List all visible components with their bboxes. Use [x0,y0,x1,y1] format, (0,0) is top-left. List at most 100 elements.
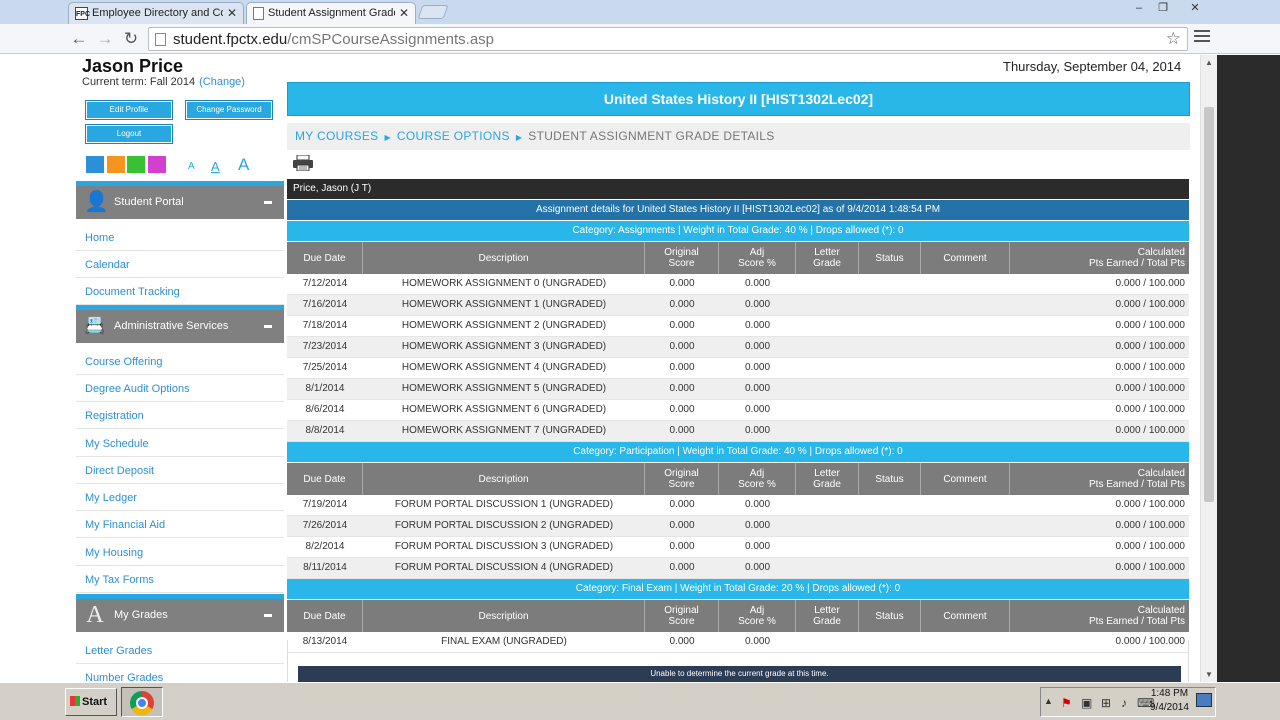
address-bar[interactable]: student.fpctx.edu/cmSPCourseAssignments.… [148,27,1188,51]
header-label: Description [478,253,528,264]
header-label-line: Grade [813,479,841,490]
collapse-icon[interactable] [264,614,272,617]
chrome-menu-icon[interactable] [1194,30,1210,44]
nav-registration[interactable]: Registration [76,402,284,429]
change-term-link[interactable]: (Change) [199,76,245,88]
header-label-line: Calculated [1137,605,1185,616]
nav-my-ledger[interactable]: My Ledger [76,484,284,511]
volume-icon[interactable]: ♪ [1121,696,1127,710]
system-clock[interactable]: 1:48 PM 9/4/2014 [1150,687,1189,715]
cell-adj: 0.000 [744,404,771,415]
adj-score-header: Adj Score % [719,463,796,495]
header-label-line: Grade [813,616,841,627]
scrollbar-thumb[interactable] [1204,107,1214,502]
close-icon[interactable]: ✕ [399,7,409,19]
logout-button[interactable]: Logout [85,124,173,144]
reload-icon[interactable]: ↻ [120,28,142,50]
close-icon[interactable]: ✕ [227,7,237,19]
font-size-small[interactable]: A [188,161,195,172]
restore-icon[interactable]: ❐ [1150,0,1176,18]
nav-home[interactable]: Home [76,224,284,251]
window-close-icon[interactable]: ✕ [1178,0,1212,18]
cell-pts: 0.000 / 100.000 [1115,362,1185,373]
vertical-scrollbar[interactable]: ▲ ▼ [1200,55,1217,682]
cell-pts: 0.000 / 100.000 [1115,562,1185,573]
header-label: Calculated Pts Earned / Total Pts [1089,468,1185,490]
theme-swatch-blue[interactable] [86,156,104,173]
show-desktop-icon[interactable] [1196,693,1212,707]
nav-course-offering[interactable]: Course Offering [76,348,284,375]
scroll-up-icon[interactable]: ▲ [1205,58,1213,67]
header-label: Comment [943,253,986,264]
chrome-taskbar-button[interactable] [121,687,163,717]
network-icon[interactable]: ⊞ [1101,696,1111,710]
start-button[interactable]: Start [65,688,117,716]
fpc-favicon-icon: FPC [75,7,90,20]
header-label: Comment [943,611,986,622]
page-icon [253,7,264,20]
nav-my-schedule[interactable]: My Schedule [76,430,284,457]
cell-due: 7/12/2014 [302,278,348,289]
breadcrumb-arrow-icon: ▶ [515,133,523,142]
table-header: Due Date Description Original Score Adj Score… [287,242,1189,274]
new-tab-button[interactable] [417,5,449,19]
page-viewport: Jason Price Current term: Fall 2014 (Chan… [0,55,1280,682]
header-label-line: Calculated [1137,247,1185,258]
breadcrumb-course-options[interactable]: COURSE OPTIONS [397,129,510,143]
theme-swatch-orange[interactable] [107,156,125,173]
cell-adj: 0.000 [744,499,771,510]
font-size-medium[interactable]: A [211,159,220,174]
header-label: Original Score [664,468,698,490]
nav-number-grades[interactable]: Number Grades [76,664,284,682]
device-icon[interactable]: ▣ [1081,696,1092,710]
cell-desc: HOMEWORK ASSIGNMENT 7 (UNGRADED) [401,425,607,436]
cell-pts: 0.000 / 100.000 [1115,278,1185,289]
my-grades-header[interactable]: A My Grades [76,594,284,632]
header-label-line: Status [875,252,904,264]
nav-my-housing[interactable]: My Housing [76,539,284,566]
tab-employee-directory[interactable]: FPC Employee Directory and Cor ✕ [68,2,244,24]
cell-adj: 0.000 [744,541,771,552]
header-label: Letter Grade [813,468,841,490]
forward-arrow-icon[interactable]: → [94,28,116,50]
collapse-icon[interactable] [264,325,272,328]
table-row: 7/26/2014 FORUM PORTAL DISCUSSION 2 (UNGR… [287,516,1189,537]
nav-degree-audit-options[interactable]: Degree Audit Options [76,375,284,402]
tab-title: Student Assignment Grade D [268,7,395,19]
nav-my-financial-aid[interactable]: My Financial Aid [76,511,284,538]
collapse-icon[interactable] [264,201,272,204]
nav-my-tax-forms[interactable]: My Tax Forms [76,566,284,593]
edit-profile-button[interactable]: Edit Profile [85,100,173,120]
nav-document-tracking[interactable]: Document Tracking [76,278,284,305]
change-password-button[interactable]: Change Password [185,100,273,120]
breadcrumb-my-courses[interactable]: MY COURSES [295,129,378,143]
cell-adj: 0.000 [744,520,771,531]
student-portal-header[interactable]: 👤 Student Portal [76,181,284,219]
nav-calendar[interactable]: Calendar [76,251,284,278]
course-title: United States History II [HIST1302Lec02] [287,82,1190,116]
letter-grade-header: Letter Grade [796,242,859,274]
bookmark-star-icon[interactable]: ☆ [1166,29,1181,49]
cell-desc: HOMEWORK ASSIGNMENT 1 (UNGRADED) [401,299,607,310]
printer-icon[interactable] [292,155,314,171]
tab-student-assignment[interactable]: Student Assignment Grade D ✕ [246,2,416,24]
administrative-services-header[interactable]: 📇 Administrative Services [76,305,284,343]
back-arrow-icon[interactable]: ← [68,28,90,50]
cell-orig: 0.000 [669,562,695,573]
theme-swatch-magenta[interactable] [148,156,166,173]
status-header: Status [859,463,921,495]
tray-expand-icon[interactable]: ▲ [1044,696,1053,706]
security-alert-icon[interactable]: ⚑ [1061,696,1072,710]
theme-swatch-green[interactable] [127,156,145,173]
header-label: Letter Grade [813,605,841,627]
adj-score-header: Adj Score % [719,242,796,274]
cell-pts: 0.000 / 100.000 [1115,520,1185,531]
table-row: 8/8/2014 HOMEWORK ASSIGNMENT 7 (UNGRADED)… [287,421,1189,442]
minimize-icon[interactable]: ‒ [1126,0,1152,18]
nav-direct-deposit[interactable]: Direct Deposit [76,457,284,484]
cell-desc: FORUM PORTAL DISCUSSION 2 (UNGRADED) [394,520,614,531]
nav-letter-grades[interactable]: Letter Grades [76,637,284,664]
font-size-large[interactable]: A [238,155,249,175]
scroll-down-icon[interactable]: ▼ [1205,670,1213,679]
header-label-line: Original [664,247,699,258]
